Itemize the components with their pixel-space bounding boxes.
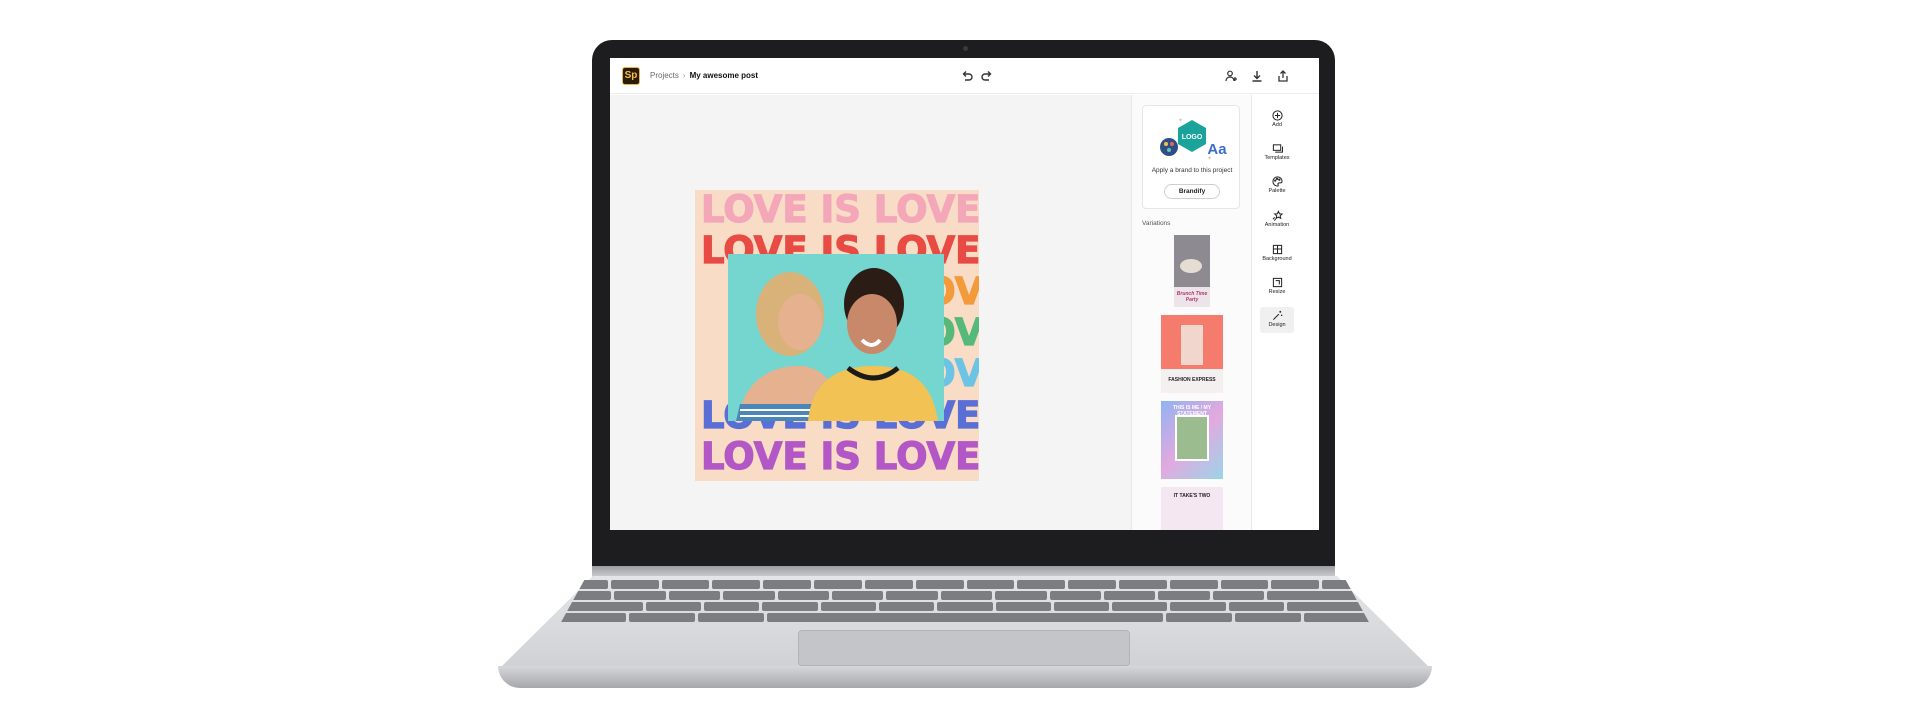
variation-thumbnail-4[interactable]: IT TAKE'S TWO xyxy=(1161,487,1223,530)
brandify-button[interactable]: Brandify xyxy=(1164,184,1220,199)
variation-text: THIS IS ME / MY STATEMENT xyxy=(1172,405,1212,417)
animation-icon xyxy=(1272,210,1283,221)
brand-variations-panel: LOGO Aa ✦ ✦ Apply a brand to this projec… xyxy=(1131,95,1252,530)
tool-palette[interactable]: Palette xyxy=(1260,173,1294,199)
spark-logo[interactable]: Sp xyxy=(622,67,640,85)
invite-user-icon[interactable] xyxy=(1224,69,1238,83)
tool-design[interactable]: Design xyxy=(1260,307,1294,333)
tool-label: Animation xyxy=(1264,222,1290,228)
breadcrumb: Projects › My awesome post xyxy=(650,71,758,80)
palette-icon xyxy=(1160,138,1178,156)
tool-add[interactable]: Add xyxy=(1260,107,1294,133)
download-icon[interactable] xyxy=(1250,69,1264,83)
tool-background[interactable]: Background xyxy=(1260,241,1294,267)
breadcrumb-projects-link[interactable]: Projects xyxy=(650,71,679,80)
brand-prompt: Apply a brand to this project xyxy=(1151,167,1233,174)
plus-circle-icon xyxy=(1271,110,1283,121)
poster-text-line: LOVE IS LOVE xyxy=(700,435,979,478)
resize-icon xyxy=(1272,277,1282,288)
app-header: Sp Projects › My awesome post xyxy=(610,58,1319,94)
variation-thumbnail-1[interactable]: Brunch Time Party xyxy=(1174,235,1210,307)
variation-text: IT TAKE'S TWO xyxy=(1173,493,1211,499)
variations-label: Variations xyxy=(1142,220,1171,227)
webcam xyxy=(963,46,968,51)
couple-photo[interactable] xyxy=(728,254,944,421)
tool-label: Palette xyxy=(1268,188,1286,194)
logo-badge-text: LOGO xyxy=(1182,134,1203,141)
design-canvas[interactable]: LOVE IS LOVE LOVE IS LOVE LOVE LOVE LOVE… xyxy=(610,95,1131,530)
magic-wand-icon xyxy=(1272,310,1282,320)
keyboard xyxy=(560,580,1370,624)
templates-icon xyxy=(1272,144,1283,153)
tool-label: Resize xyxy=(1268,289,1286,295)
undo-icon[interactable] xyxy=(960,69,974,83)
palette-icon xyxy=(1271,176,1283,187)
variation-thumbnail-3[interactable]: THIS IS ME / MY STATEMENT xyxy=(1161,401,1223,479)
app-window: Sp Projects › My awesome post LOVE IS LOVE… xyxy=(610,58,1319,530)
brand-illustration: LOGO Aa ✦ ✦ xyxy=(1157,116,1227,162)
svg-text:✦: ✦ xyxy=(1178,117,1183,124)
tool-animation[interactable]: Animation xyxy=(1260,207,1294,233)
svg-text:✦: ✦ xyxy=(1207,155,1212,162)
right-toolbar: Add Templates Palette Animation Backgrou… xyxy=(1252,95,1319,530)
tool-label: Background xyxy=(1262,256,1292,262)
project-title[interactable]: My awesome post xyxy=(690,71,758,80)
poster-text-line: LOVE IS LOVE xyxy=(700,190,979,231)
trackpad xyxy=(798,630,1130,666)
tool-templates[interactable]: Templates xyxy=(1260,140,1294,166)
variation-text: FASHION EXPRESS xyxy=(1168,377,1216,383)
tool-label: Design xyxy=(1268,322,1286,328)
love-is-love-poster[interactable]: LOVE IS LOVE LOVE IS LOVE LOVE LOVE LOVE… xyxy=(695,190,979,481)
tool-resize[interactable]: Resize xyxy=(1260,274,1294,300)
variation-text: Brunch Time Party xyxy=(1176,291,1208,303)
breadcrumb-separator: › xyxy=(682,71,686,80)
tool-label: Add xyxy=(1272,122,1282,128)
variation-thumbnail-2[interactable]: FASHION EXPRESS xyxy=(1161,315,1223,393)
background-icon xyxy=(1272,244,1282,255)
laptop-base-edge xyxy=(498,666,1432,688)
tool-label: Templates xyxy=(1264,155,1290,161)
brand-card: LOGO Aa ✦ ✦ Apply a brand to this projec… xyxy=(1142,105,1240,209)
couple-photo-illustration xyxy=(728,254,944,421)
share-icon[interactable] xyxy=(1276,69,1290,83)
redo-icon[interactable] xyxy=(980,69,994,83)
